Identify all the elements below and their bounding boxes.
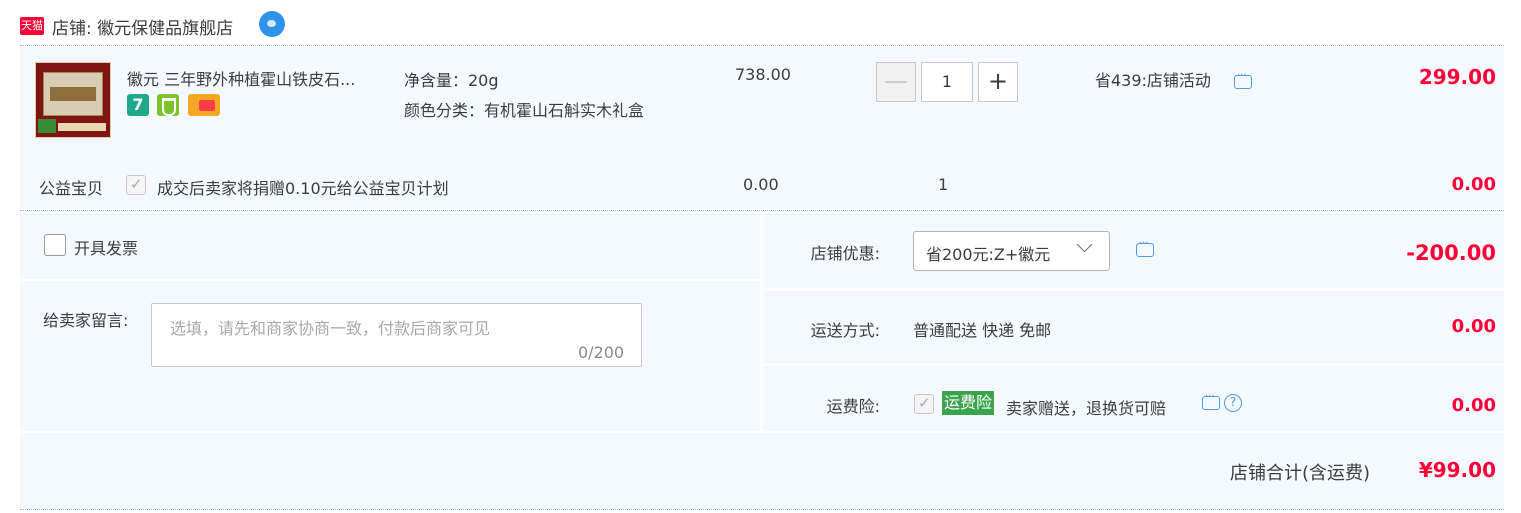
charity-description: 成交后卖家将捐赠0.10元给公益宝贝计划 — [157, 179, 449, 198]
insurance-value: 0.00 — [1451, 395, 1496, 416]
divider — [20, 210, 1504, 211]
invoice-checkbox[interactable] — [44, 234, 66, 256]
promo-info-chat-icon[interactable] — [1234, 70, 1252, 89]
message-placeholder: 选填，请先和商家协商一致，付款后商家可见 — [170, 319, 491, 338]
charity-checkbox[interactable] — [126, 175, 146, 195]
insurance-tag: 运费险 — [942, 391, 995, 415]
charity-quantity: 1 — [938, 175, 949, 194]
guarantee-shield-icon[interactable] — [157, 94, 179, 116]
shipping-method: 普通配送 快递 免邮 — [913, 321, 1052, 340]
wangwang-chat-icon[interactable] — [259, 11, 285, 37]
quantity-increase-button[interactable]: + — [978, 62, 1018, 102]
discount-value: -200.00 — [1406, 241, 1496, 265]
shipping-label: 运送方式: — [810, 321, 880, 340]
help-icon[interactable]: ? — [1224, 394, 1242, 412]
charity-subtotal: 0.00 — [1451, 174, 1496, 195]
quantity-input[interactable]: 1 — [921, 62, 973, 102]
shop-total-label: 店铺合计(含运费) — [1230, 463, 1371, 484]
shop-name[interactable]: 店铺: 徽元保健品旗舰店 — [52, 14, 233, 39]
insurance-label: 运费险: — [826, 397, 880, 416]
insurance-checkbox[interactable] — [914, 394, 934, 414]
shipping-value: 0.00 — [1451, 316, 1496, 337]
charity-label: 公益宝贝 — [39, 179, 104, 198]
unit-price: 738.00 — [735, 65, 791, 84]
shop-total-value: ¥99.00 — [1418, 458, 1496, 482]
spec-weight: 净含量：20g — [404, 71, 499, 90]
invoice-label[interactable]: 开具发票 — [74, 235, 138, 259]
spec-color: 颜色分类：有机霍山石斛实木礼盒 — [404, 101, 645, 120]
product-thumbnail[interactable] — [35, 62, 111, 138]
quantity-decrease-button[interactable]: — — [876, 62, 916, 102]
discount-label: 店铺优惠: — [810, 244, 880, 263]
seven-day-return-icon[interactable]: 7 — [127, 94, 149, 116]
charity-price: 0.00 — [743, 175, 779, 194]
message-label: 给卖家留言: — [43, 311, 129, 330]
product-title[interactable]: 徽元 三年野外种植霍山铁皮石... — [127, 66, 355, 90]
message-char-counter: 0/200 — [578, 343, 625, 362]
discount-selected-value[interactable]: 省200元:Z+徽元 — [926, 241, 1050, 265]
credit-card-icon[interactable] — [188, 94, 220, 116]
tmall-logo: 天猫 — [20, 17, 44, 35]
promotion-text: 省439:店铺活动 — [1095, 71, 1211, 90]
insurance-description: 卖家赠送，退换货可赔 — [1006, 399, 1167, 418]
item-subtotal: 299.00 — [1418, 65, 1496, 89]
insurance-chat-icon[interactable] — [1202, 391, 1220, 410]
discount-info-chat-icon[interactable] — [1136, 238, 1154, 257]
divider — [20, 509, 1504, 510]
divider — [20, 45, 1504, 46]
